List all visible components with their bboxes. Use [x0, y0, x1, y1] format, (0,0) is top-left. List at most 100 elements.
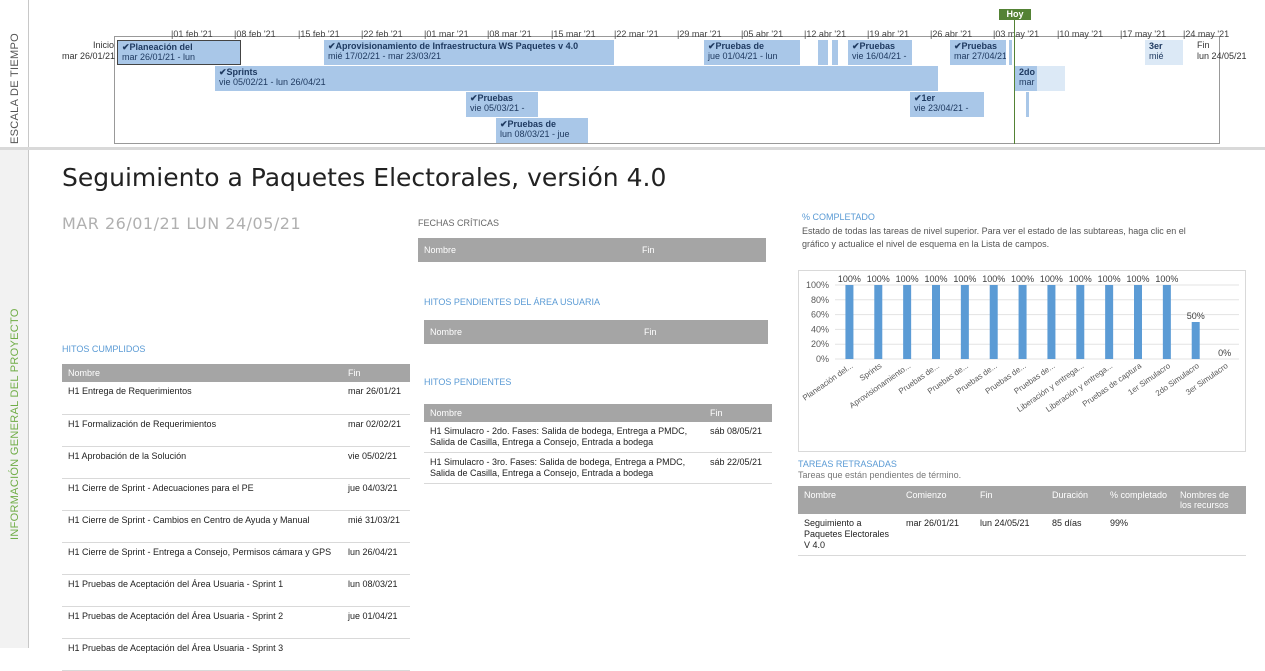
- col-nombre[interactable]: Nombre: [424, 404, 704, 422]
- cell-nombre: H1 Cierre de Sprint - Entrega a Consejo,…: [62, 542, 342, 575]
- col-nombre[interactable]: Nombre: [424, 320, 638, 344]
- completado-chart[interactable]: 0% 20% 40% 60% 80% 100% 100% Planeación del... 1…: [798, 270, 1246, 452]
- cell-nombre: H1 Simulacro - 2do. Fases: Salida de bod…: [424, 422, 704, 453]
- col-fin[interactable]: Fin: [704, 404, 772, 422]
- cell-fin: mar 26/01/21: [342, 382, 410, 415]
- timeline-bar-pruebas-4[interactable]: ✔Pruebas vie 05/03/21 -: [466, 92, 538, 117]
- chart-data-label: 100%: [953, 274, 976, 284]
- col-duracion[interactable]: Duración: [1046, 486, 1104, 514]
- chart-ytick-label: 60%: [811, 310, 829, 320]
- cell-duracion: 85 días: [1046, 514, 1104, 556]
- table-row[interactable]: H1 Aprobación de la Solución vie 05/02/21: [62, 446, 410, 479]
- table-row[interactable]: Seguimiento a Paquetes Electorales V 4.0…: [798, 514, 1246, 556]
- table-row[interactable]: H1 Pruebas de Aceptación del Área Usuari…: [62, 606, 410, 639]
- chart-bar: [874, 285, 883, 359]
- timeline-tick: |15 feb '21: [298, 29, 340, 39]
- col-recursos[interactable]: Nombres de los recursos: [1174, 486, 1246, 514]
- chart-bar: [845, 285, 854, 359]
- cell-fin: lun 08/03/21: [342, 574, 410, 607]
- chart-data-label: 100%: [1011, 274, 1034, 284]
- col-fin[interactable]: Fin: [342, 364, 410, 382]
- timeline-tick: |03 may '21: [993, 29, 1040, 39]
- timeline-tick: |05 abr '21: [741, 29, 784, 39]
- timeline-start-label: Inicio: [93, 40, 115, 50]
- col-comienzo[interactable]: Comienzo: [900, 486, 974, 514]
- project-date-range: MAR 26/01/21 LUN 24/05/21: [62, 214, 302, 233]
- cell-recursos: [1174, 514, 1246, 556]
- table-row[interactable]: H1 Cierre de Sprint - Cambios en Centro …: [62, 510, 410, 543]
- completado-chart-svg: 0% 20% 40% 60% 80% 100% 100% Planeación del... 1…: [801, 274, 1239, 414]
- hitos-pendientes-table: Nombre Fin H1 Simulacro - 2do. Fases: Sal…: [424, 404, 772, 484]
- timeline-bar-pale[interactable]: [1037, 66, 1065, 91]
- col-fin[interactable]: Fin: [636, 238, 766, 262]
- completado-description: Estado de todas las tareas de nivel supe…: [802, 226, 1186, 249]
- chart-bar: [903, 285, 912, 359]
- col-completado[interactable]: % completado: [1104, 486, 1174, 514]
- cell-nombre: Seguimiento a Paquetes Electorales V 4.0: [798, 514, 900, 556]
- chart-ytick-label: 100%: [806, 280, 829, 290]
- table-row[interactable]: H1 Entrega de Requerimientos mar 26/01/21: [62, 382, 410, 415]
- timeline-bar-marker[interactable]: [1026, 92, 1029, 117]
- chart-ytick-label: 80%: [811, 295, 829, 305]
- page-title: Seguimiento a Paquetes Electorales, vers…: [62, 163, 667, 192]
- timeline-bar-sprints[interactable]: ✔Sprints vie 05/02/21 - lun 26/04/21: [215, 66, 938, 91]
- cell-fin: mié 31/03/21: [342, 510, 410, 543]
- table-row[interactable]: H1 Simulacro - 3ro. Fases: Salida de bod…: [424, 452, 772, 484]
- cell-fin: sáb 08/05/21: [704, 422, 772, 453]
- chart-bar: [1076, 285, 1085, 359]
- chart-data-label: 100%: [982, 274, 1005, 284]
- col-fin[interactable]: Fin: [638, 320, 768, 344]
- table-row[interactable]: H1 Cierre de Sprint - Entrega a Consejo,…: [62, 542, 410, 575]
- table-row[interactable]: H1 Cierre de Sprint - Adecuaciones para …: [62, 478, 410, 511]
- col-nombre[interactable]: Nombre: [418, 238, 636, 262]
- table-row[interactable]: H1 Simulacro - 2do. Fases: Salida de bod…: [424, 422, 772, 453]
- tareas-retrasadas-title: TAREAS RETRASADAS: [798, 459, 897, 469]
- chart-ytick-label: 0%: [816, 354, 829, 364]
- timeline-bar-pruebas-1[interactable]: ✔Pruebas de jue 01/04/21 - lun: [704, 40, 800, 65]
- timeline-bar-1er[interactable]: ✔1er vie 23/04/21 -: [910, 92, 984, 117]
- timeline-side-label: ESCALA DE TIEMPO: [9, 33, 21, 144]
- timeline-tick: |26 abr '21: [930, 29, 973, 39]
- timeline-tick: |08 feb '21: [234, 29, 276, 39]
- timeline-bar-marker[interactable]: [1009, 40, 1012, 65]
- table-row[interactable]: H1 Pruebas de Aceptación del Área Usuari…: [62, 638, 410, 671]
- chart-bar: [1191, 322, 1200, 359]
- timeline-tick: |12 abr '21: [804, 29, 847, 39]
- chart-data-label: 0%: [1218, 348, 1231, 358]
- tareas-retrasadas-subtitle: Tareas que están pendientes de término.: [798, 470, 962, 480]
- col-fin[interactable]: Fin: [974, 486, 1046, 514]
- timeline-bar-marker[interactable]: [832, 40, 838, 65]
- timeline-bar-pruebas-5[interactable]: ✔Pruebas de lun 08/03/21 - jue: [496, 118, 588, 143]
- timeline-bar-marker[interactable]: [818, 40, 828, 65]
- timeline-bar-3er[interactable]: 3er mié: [1145, 40, 1183, 65]
- cell-fin: lun 26/04/21: [342, 542, 410, 575]
- timeline-tick: |15 mar '21: [551, 29, 596, 39]
- col-nombre[interactable]: Nombre: [62, 364, 342, 382]
- timeline-tick: |10 may '21: [1057, 29, 1104, 39]
- col-nombre[interactable]: Nombre: [798, 486, 900, 514]
- chart-bar: [932, 285, 940, 359]
- timeline-tick: |29 mar '21: [677, 29, 722, 39]
- timeline-start-date: mar 26/01/21: [62, 51, 116, 61]
- chart-category-label: Planeación del...: [801, 361, 855, 402]
- chart-data-label: 100%: [838, 274, 861, 284]
- timeline-end-label: Fin: [1197, 40, 1210, 50]
- section-divider: [0, 147, 1265, 150]
- timeline-axis: [114, 36, 1220, 37]
- timeline-bar-aprovisionamiento[interactable]: ✔Aprovisionamiento de Infraestructura WS…: [324, 40, 614, 65]
- timeline-bar-pruebas-2[interactable]: ✔Pruebas vie 16/04/21 -: [848, 40, 912, 65]
- chart-bar: [1047, 285, 1056, 359]
- cell-nombre: H1 Pruebas de Aceptación del Área Usuari…: [62, 606, 342, 639]
- timeline-tick: |24 may '21: [1183, 29, 1230, 39]
- cell-fin: lun 24/05/21: [974, 514, 1046, 556]
- timeline-bar-planeacion[interactable]: ✔Planeación del mar 26/01/21 - lun: [117, 40, 241, 65]
- table-row[interactable]: H1 Pruebas de Aceptación del Área Usuari…: [62, 574, 410, 607]
- timeline-bar-pruebas-3[interactable]: ✔Pruebas mar 27/04/21: [950, 40, 1006, 65]
- chart-bar: [1134, 285, 1142, 359]
- hitos-pendientes-usuaria-title: HITOS PENDIENTES DEL ÁREA USUARIA: [424, 297, 601, 307]
- table-row[interactable]: H1 Formalización de Requerimientos mar 02…: [62, 414, 410, 447]
- chart-bar: [989, 285, 998, 359]
- cell-nombre: H1 Simulacro - 3ro. Fases: Salida de bod…: [424, 452, 704, 484]
- chart-ytick-label: 20%: [811, 339, 829, 349]
- timeline-bar-2do[interactable]: 2do mar: [1015, 66, 1037, 91]
